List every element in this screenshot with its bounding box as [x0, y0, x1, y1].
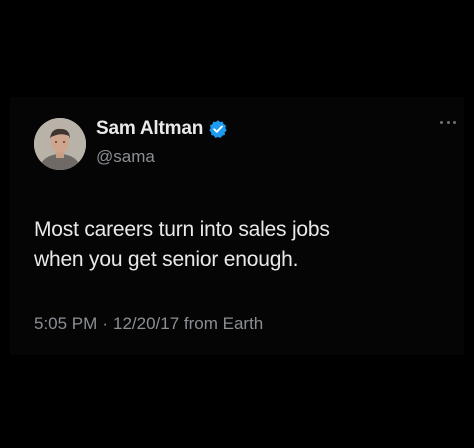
tweet-text: Most careers turn into sales jobs when y… [34, 218, 330, 271]
avatar-image [34, 118, 86, 170]
verified-badge-icon [209, 120, 227, 138]
more-options-icon[interactable] [440, 118, 456, 126]
tweet-time[interactable]: 5:05 PM [34, 314, 97, 333]
avatar[interactable] [34, 118, 86, 170]
tweet-card: Sam Altman @sama Most careers turn into … [10, 97, 464, 355]
tweet-source: from Earth [183, 314, 264, 333]
author-handle[interactable]: @sama [96, 147, 155, 167]
tweet-date[interactable]: 12/20/17 [113, 314, 179, 333]
dot [453, 120, 456, 124]
meta-separator: · [102, 314, 108, 333]
dot [446, 120, 450, 124]
author-name-row: Sam Altman [96, 118, 228, 140]
dot [440, 120, 443, 124]
author-name[interactable]: Sam Altman [96, 118, 203, 140]
tweet-meta: 5:05 PM · 12/20/17 from Earth [34, 314, 263, 334]
